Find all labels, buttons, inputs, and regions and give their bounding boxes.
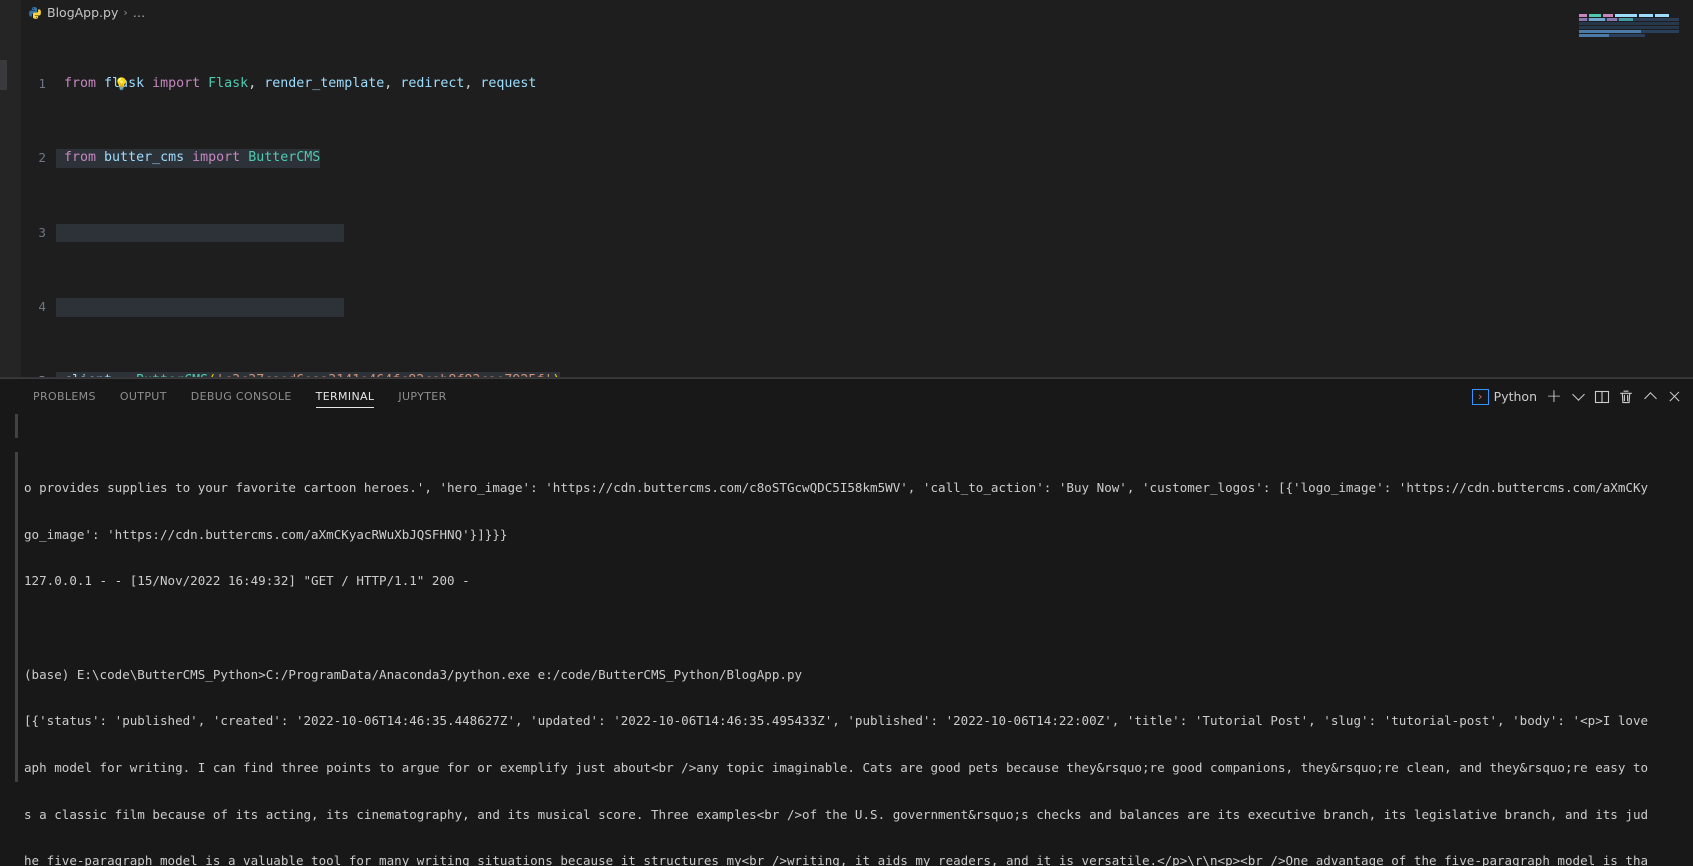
panel-actions: › Python + (1468, 379, 1693, 414)
code-line[interactable]: 3 (0, 223, 1460, 243)
terminal-line: 127.0.0.1 - - [15/Nov/2022 16:49:32] "GE… (24, 573, 470, 589)
close-icon (1668, 390, 1681, 403)
breadcrumb-symbols[interactable]: … (133, 5, 147, 20)
panel-tabs: PROBLEMS OUTPUT DEBUG CONSOLE TERMINAL J… (0, 379, 462, 414)
terminal-line: aph model for writing. I can find three … (24, 760, 1649, 776)
token-class-buttercms: ButterCMS (248, 150, 321, 166)
code-line[interactable]: 1 💡 from flask import Flask, render_templ… (0, 75, 1460, 94)
python-file-icon (28, 6, 42, 20)
terminal-gutter (0, 414, 20, 866)
breadcrumb-file[interactable]: BlogApp.py (47, 5, 118, 20)
token-request: request (480, 75, 537, 91)
code-line-text[interactable]: 💡 from flask import Flask, render_templat… (56, 75, 536, 94)
split-editor-icon (1594, 390, 1610, 403)
token-keyword-from: from (64, 75, 97, 91)
minimap-row (1579, 30, 1679, 33)
code-line[interactable]: 4 (0, 297, 1460, 317)
vscode-window: BlogApp.py › … 1 💡 from flask import Fla… (0, 0, 1693, 866)
terminal-instance-label: Python (1493, 389, 1537, 404)
minimap-row (1579, 14, 1679, 17)
token-class-flask: Flask (208, 75, 249, 91)
token-redirect: redirect (400, 75, 465, 91)
terminal-instance-selector[interactable]: › Python (1468, 386, 1541, 408)
token-keyword-import: import (192, 150, 241, 166)
code-editor[interactable]: 1 💡 from flask import Flask, render_templ… (0, 19, 1460, 378)
tab-terminal[interactable]: TERMINAL (307, 379, 384, 414)
minimap-row (1579, 26, 1679, 29)
tab-jupyter[interactable]: JUPYTER (389, 379, 455, 414)
plus-icon: + (1546, 385, 1562, 407)
terminal-line: [{'status': 'published', 'created': '202… (24, 713, 1649, 729)
tab-debug-console[interactable]: DEBUG CONSOLE (182, 379, 301, 414)
terminal-prompt-icon: › (1471, 388, 1489, 405)
kill-terminal-button[interactable] (1615, 386, 1637, 408)
terminal-line: s a classic film because of its acting, … (24, 806, 1649, 822)
tab-problems[interactable]: PROBLEMS (24, 379, 105, 414)
code-line-text[interactable]: from butter_cms import ButterCMS (56, 149, 321, 168)
terminal-line: o provides supplies to your favorite car… (24, 480, 1649, 496)
minimap-row (1579, 34, 1679, 37)
line-number: 1 (38, 75, 46, 91)
minimap[interactable] (1579, 14, 1679, 38)
new-terminal-dropdown-button[interactable] (1567, 386, 1589, 408)
token-keyword-from: from (64, 150, 97, 166)
terminal-line: go_image': 'https://cdn.buttercms.com/aX… (24, 526, 508, 542)
token-keyword-import: import (152, 75, 201, 91)
bottom-panel: PROBLEMS OUTPUT DEBUG CONSOLE TERMINAL J… (0, 378, 1693, 866)
tab-output[interactable]: OUTPUT (111, 379, 176, 414)
line-number: 2 (38, 150, 46, 166)
panel-header: PROBLEMS OUTPUT DEBUG CONSOLE TERMINAL J… (0, 379, 1693, 414)
lightbulb-icon[interactable]: 💡 (114, 75, 129, 94)
scroll-marker (15, 452, 18, 782)
code-line[interactable]: 2 from butter_cms import ButterCMS (0, 149, 1460, 168)
token-render-template: render_template (264, 75, 385, 91)
minimap-row (1579, 22, 1679, 25)
scroll-marker (15, 414, 18, 438)
code-line-text[interactable] (56, 297, 345, 317)
trash-icon (1620, 390, 1632, 403)
terminal-line: he five-paragraph model is a valuable to… (24, 853, 1649, 866)
new-terminal-button[interactable]: + (1543, 386, 1565, 408)
line-number: 4 (38, 298, 46, 314)
code-line-text[interactable] (56, 223, 345, 243)
editor-area: BlogApp.py › … 1 💡 from flask import Fla… (0, 0, 1693, 378)
chevron-up-icon (1643, 392, 1657, 405)
close-panel-button[interactable] (1663, 386, 1685, 408)
minimap-row (1579, 18, 1679, 21)
maximize-panel-button[interactable] (1639, 386, 1661, 408)
split-terminal-button[interactable] (1591, 386, 1613, 408)
breadcrumb-separator-icon: › (123, 5, 128, 19)
terminal-prompt-line: (base) E:\code\ButterCMS_Python>C:/Progr… (24, 666, 803, 682)
chevron-down-icon (1571, 388, 1585, 401)
line-number: 3 (38, 224, 46, 240)
terminal-output[interactable]: o provides supplies to your favorite car… (0, 414, 1693, 866)
token-module-butter-cms: butter_cms (104, 150, 185, 166)
